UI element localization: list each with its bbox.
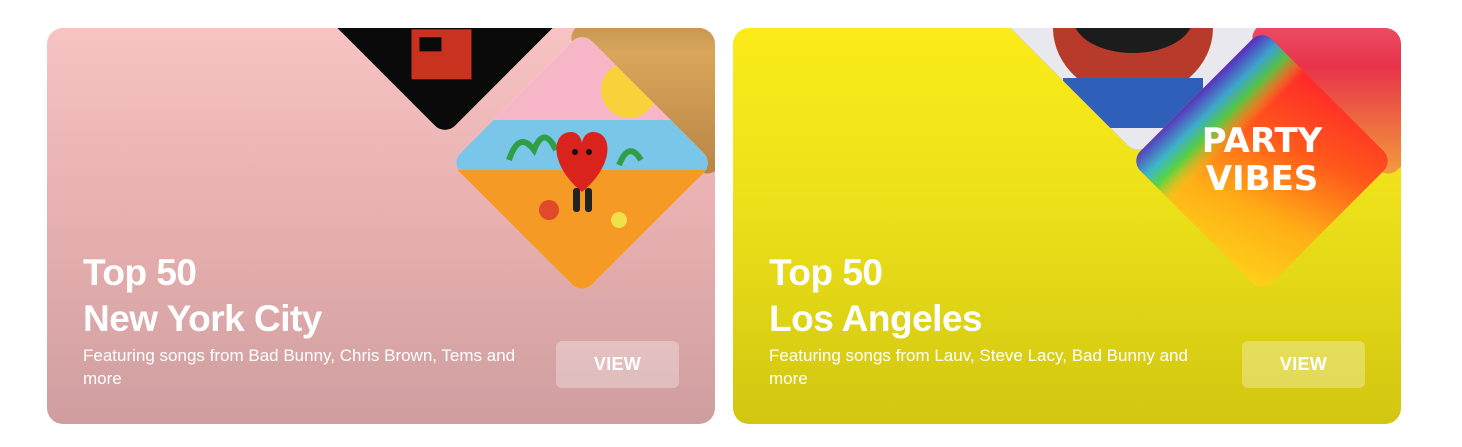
playlist-card-la[interactable]: PARTY VIBES Top 50 Los Angeles Featuring…: [733, 28, 1401, 424]
playlist-title: Top 50 Los Angeles: [769, 250, 983, 342]
playlist-description: Featuring songs from Lauv, Steve Lacy, B…: [769, 346, 1188, 388]
playlist-title-line1: Top 50: [83, 252, 197, 293]
playlist-description: Featuring songs from Bad Bunny, Chris Br…: [83, 346, 516, 388]
playlist-card-nyc[interactable]: Top 50 New York City Featuring songs fro…: [47, 28, 715, 424]
playlist-cards-row: Top 50 New York City Featuring songs fro…: [0, 0, 1462, 447]
view-button[interactable]: VIEW: [556, 341, 679, 388]
playlist-title-line1: Top 50: [769, 252, 883, 293]
view-button[interactable]: VIEW: [1242, 341, 1365, 388]
playlist-title-line2: New York City: [83, 298, 322, 339]
art-text-party: PARTY: [1202, 121, 1323, 161]
playlist-title: Top 50 New York City: [83, 250, 322, 342]
playlist-title-line2: Los Angeles: [769, 298, 983, 339]
art-text-vibes: VIBES: [1206, 159, 1319, 199]
